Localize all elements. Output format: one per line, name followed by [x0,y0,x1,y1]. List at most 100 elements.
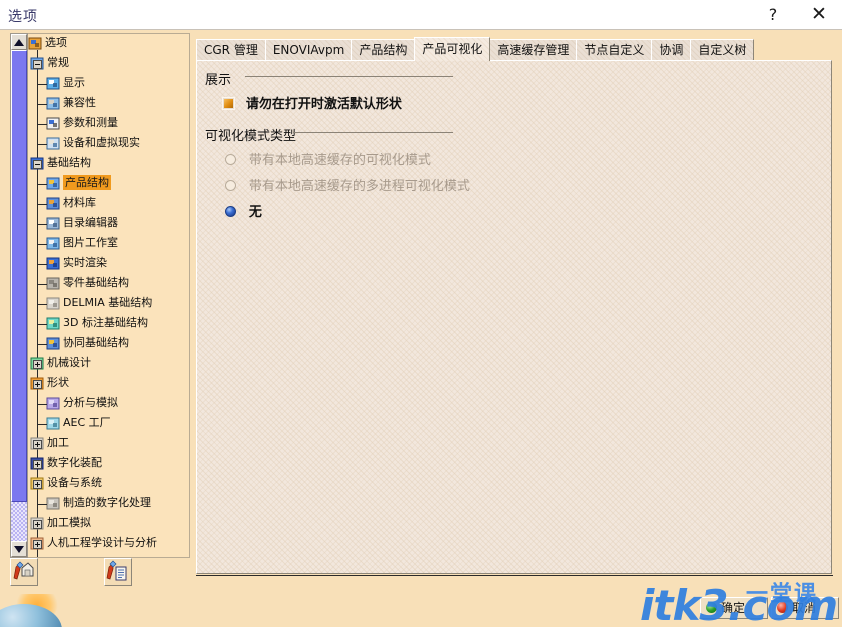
tree-item-label: 零件基础结构 [63,276,129,289]
tree-connector [38,264,47,265]
expand-icon[interactable] [33,480,42,489]
tree-item-17[interactable]: 分析与模拟 [46,394,118,414]
radio-selected-icon[interactable] [225,206,236,217]
realtime-render-icon [46,257,60,270]
tree-item-11[interactable]: 零件基础结构 [46,274,129,294]
expand-icon[interactable] [33,520,42,529]
tab-5[interactable]: 节点自定义 [576,39,653,61]
tree-connector [38,204,47,205]
tab-label: CGR 管理 [204,43,258,57]
expand-icon[interactable] [33,540,42,549]
parameters-icon [46,117,60,130]
radio-icon[interactable] [225,154,236,165]
tree-item-13[interactable]: 3D 标注基础结构 [46,314,148,334]
close-icon: ✕ [811,3,827,25]
tree-connector [38,84,47,85]
help-icon: ? [768,5,778,24]
product-structure-icon [46,177,60,190]
tree-connector [38,244,47,245]
tree-scrollbar[interactable] [10,33,28,558]
tree-item-4[interactable]: 设备和虚拟现实 [46,134,140,154]
scroll-up-icon[interactable] [11,34,27,50]
checkbox-checked-icon[interactable] [222,97,235,110]
expand-icon[interactable] [33,460,42,469]
options-icon [28,37,42,50]
tree-item-label: 加工模拟 [47,516,91,529]
tree-connector [38,424,47,425]
tree-item-label: 显示 [63,76,85,89]
tab-label: 自定义树 [698,43,747,57]
scrollbar-track[interactable] [11,502,27,542]
material-library-icon [46,197,60,210]
tree-item-label: 实时渲染 [63,256,107,269]
radio-none[interactable]: 无 [225,201,262,220]
home-tool-button[interactable] [10,558,38,586]
expand-icon[interactable] [33,360,42,369]
tree-item-label: 基础结构 [47,156,91,169]
tree-item-10[interactable]: 实时渲染 [46,254,107,274]
tree-item-3[interactable]: 参数和测量 [46,114,118,134]
tab-2[interactable]: 产品结构 [351,39,416,61]
collapse-icon[interactable] [33,160,42,169]
tree-item-label: 加工 [47,436,69,449]
tree-item-label: 参数和测量 [63,116,118,129]
expand-icon[interactable] [33,380,42,389]
tab-7[interactable]: 自定义树 [690,39,755,61]
tab-1[interactable]: ENOVIAvpm [264,39,353,61]
close-button[interactable]: ✕ [796,0,842,29]
help-button[interactable]: ? [750,0,796,29]
photo-studio-icon [46,237,60,250]
collaborative-infrastructure-icon [46,337,60,350]
default-shape-checkbox[interactable]: 请勿在打开时激活默认形状 [222,93,402,112]
tree-item-2[interactable]: 兼容性 [46,94,96,114]
tree-item-22[interactable]: 制造的数字化处理 [46,494,151,514]
tree-item-7[interactable]: 材料库 [46,194,96,214]
tree-item-1[interactable]: 显示 [46,74,85,94]
document-tool-button[interactable] [104,558,132,586]
tree-item-9[interactable]: 图片工作室 [46,234,118,254]
expand-icon[interactable] [33,440,42,449]
digital-process-icon [46,497,60,510]
scroll-down-icon[interactable] [11,541,27,557]
scrollbar-thumb[interactable] [11,50,27,502]
radio-visualization-with-local-cache[interactable]: 带有本地高速缓存的可视化模式 [225,149,431,168]
tree-item-label: 形状 [47,376,69,389]
product-structure-icon [46,177,60,190]
collaborative-infrastructure-icon [46,337,60,350]
ok-icon [706,602,717,613]
tab-6[interactable]: 协调 [651,39,692,61]
tree-item-6[interactable]: 产品结构 [46,174,111,194]
tab-label: 节点自定义 [584,43,645,57]
tree-item-24[interactable]: 人机工程学设计与分析 [30,534,157,554]
ok-button[interactable]: 确定 [700,597,768,619]
tab-4[interactable]: 高速缓存管理 [489,39,578,61]
tree-item-label: 协同基础结构 [63,336,129,349]
tree-item-18[interactable]: AEC 工厂 [46,414,111,434]
tree-item-label: 图片工作室 [63,236,118,249]
tab-3[interactable]: 产品可视化 [414,37,491,61]
options-icon [28,37,42,50]
tree-item-root[interactable]: 选项 [28,34,67,54]
display-icon [46,77,60,90]
tree-connector [38,304,47,305]
radio-multiprocess-visualization-with-local-cache[interactable]: 带有本地高速缓存的多进程可视化模式 [225,175,470,194]
radio-label: 带有本地高速缓存的可视化模式 [248,153,431,168]
cancel-button[interactable]: 取消 [771,597,839,619]
radio-label: 带有本地高速缓存的多进程可视化模式 [248,179,470,194]
tree-connector [38,344,47,345]
tree-item-8[interactable]: 目录编辑器 [46,214,118,234]
group-title-display: 展示 [205,73,232,88]
parameters-icon [46,117,60,130]
document-wrench-icon [106,560,127,581]
tree-item-label: AEC 工厂 [63,416,111,429]
collapse-icon[interactable] [33,60,42,69]
catalog-editor-icon [46,217,60,230]
radio-icon[interactable] [225,180,236,191]
aec-plant-icon [46,417,60,430]
tree-item-12[interactable]: DELMIA 基础结构 [46,294,152,314]
tree-item-label: 3D 标注基础结构 [63,316,148,329]
tree-item-14[interactable]: 协同基础结构 [46,334,129,354]
ok-button-label: 确定 [721,601,746,615]
tab-0[interactable]: CGR 管理 [196,39,266,61]
tree-item-label: 产品结构 [63,175,111,190]
